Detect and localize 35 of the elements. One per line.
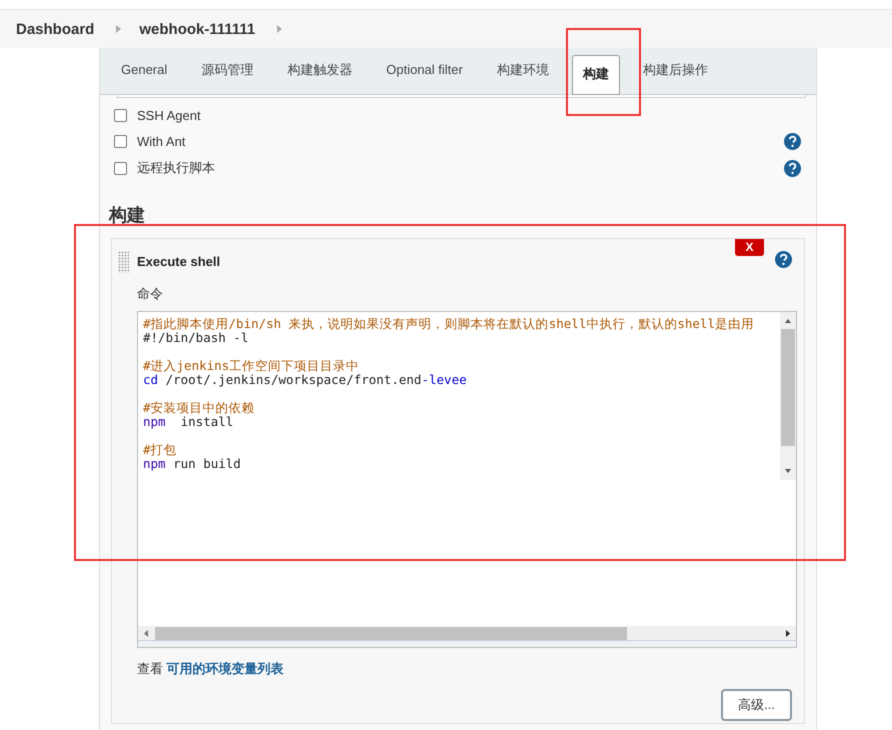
drag-handle[interactable] [118, 250, 129, 272]
checkbox[interactable] [114, 162, 127, 175]
tab[interactable]: 源码管理 [184, 50, 270, 90]
advanced-button[interactable]: 高级... [721, 688, 792, 720]
checkbox-label: 远程执行脚本 [137, 159, 216, 178]
tab[interactable]: 构建环境 [480, 50, 566, 90]
help-icon[interactable] [784, 133, 801, 150]
env-variables-link[interactable]: 可用的环境变量列表 [166, 660, 284, 676]
code-line: npm install [143, 414, 234, 428]
code-line: cd /root/.jenkins/workspace/front.end-levee [143, 372, 467, 386]
step-title: Execute shell [137, 254, 222, 269]
code-line: #进入jenkins工作空间下项目目录中 [143, 358, 360, 372]
checkbox[interactable] [114, 108, 127, 122]
field-label: 命令 [137, 284, 164, 302]
code-line: #打包 [143, 442, 177, 456]
help-icon[interactable] [775, 250, 792, 268]
checkbox-label: SSH Agent [137, 108, 202, 123]
code-line: #安装项目中的依赖 [143, 400, 255, 414]
tab[interactable]: General [104, 50, 184, 90]
code-line: #指此脚本使用/bin/sh 来执，说明如果没有声明，则脚本将在默认的shell中执行，默认的shell是由用 [143, 316, 754, 330]
breadcrumb-link[interactable]: webhook-111111 [139, 20, 256, 38]
tab[interactable]: 构建后操作 [626, 50, 725, 90]
breadcrumb-link[interactable]: Dashboard [16, 20, 94, 38]
tab[interactable]: Optional filter [369, 50, 480, 90]
tab[interactable]: 构建 [572, 55, 620, 95]
checkbox[interactable] [114, 135, 127, 148]
tab[interactable]: 构建触发器 [270, 50, 370, 90]
env-link-text: 查看 可用的环境变量列表 [137, 660, 284, 676]
code-line: #!/bin/bash -l [143, 330, 248, 344]
checkbox-label: With Ant [137, 134, 186, 150]
section-heading: 构建 [109, 204, 146, 226]
code-line: npm run build [143, 456, 241, 470]
code-editor[interactable]: #指此脚本使用/bin/sh 来执，说明如果没有声明，则脚本将在默认的shell中执行，默认的shell是由用 #!/bin/bash -l #进入jenkins工作空间下项目目录中 cd /root/.jenkins/workspace/front.end-levee #安装项目中的依赖 npm install #打包 npm run build [137, 310, 797, 648]
delete-button[interactable]: X [735, 238, 764, 256]
help-icon[interactable] [784, 160, 801, 177]
